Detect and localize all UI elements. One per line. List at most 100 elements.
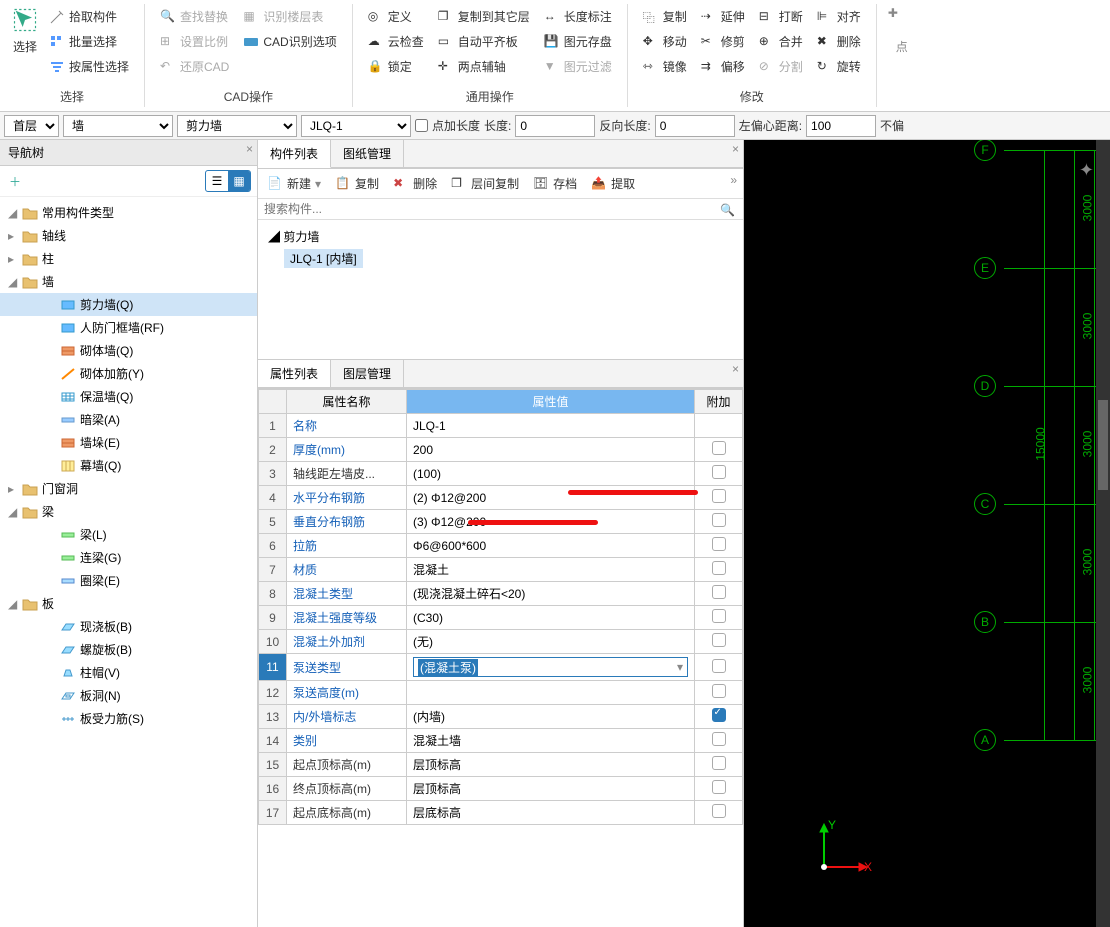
tree-item[interactable]: ◢梁 <box>0 500 257 523</box>
tree-item[interactable]: 板受力筋(S) <box>0 707 257 730</box>
copy-button[interactable]: ⿻复制 <box>640 6 690 27</box>
tree-item[interactable]: 柱帽(V) <box>0 661 257 684</box>
lock-button[interactable]: 🔒锁定 <box>365 56 427 77</box>
tab-layer-mgmt[interactable]: 图层管理 <box>331 360 404 387</box>
tab-property-list[interactable]: 属性列表 <box>258 360 331 387</box>
tree-item[interactable]: ◢常用构件类型 <box>0 201 257 224</box>
pick-component-button[interactable]: 拾取构件 <box>46 6 132 27</box>
type-select[interactable]: 剪力墙 <box>177 115 297 137</box>
mid-close-button[interactable]: × <box>732 142 739 156</box>
offset-input[interactable] <box>806 115 876 137</box>
save-elem-button[interactable]: 💾图元存盘 <box>541 31 615 52</box>
reverse-length-input[interactable] <box>655 115 735 137</box>
name-select[interactable]: JLQ-1 <box>301 115 411 137</box>
set-scale-button[interactable]: ⊞设置比例 <box>157 31 232 52</box>
trim-button[interactable]: ✂修剪 <box>698 31 748 52</box>
tree-item[interactable]: 砌体墙(Q) <box>0 339 257 362</box>
nav-tree[interactable]: ◢常用构件类型▸轴线▸柱◢墙剪力墙(Q)人防门框墙(RF)砌体墙(Q)砌体加筋(… <box>0 197 257 927</box>
tree-item[interactable]: 现浇板(B) <box>0 615 257 638</box>
copy-to-layer-button[interactable]: ❐复制到其它层 <box>435 6 533 27</box>
archive-button[interactable]: 🗄存档 <box>530 173 580 194</box>
new-button[interactable]: 📄新建▾ <box>264 173 324 194</box>
split-button[interactable]: ⊘分割 <box>756 56 806 77</box>
point-button[interactable]: ✚ 点 <box>885 4 919 57</box>
component-tree[interactable]: ◢ 剪力墙 JLQ-1 [内墙] <box>258 220 743 360</box>
batch-select-button[interactable]: 批量选择 <box>46 31 132 52</box>
property-row[interactable]: 11泵送类型(混凝土泵)▾ <box>259 654 743 681</box>
property-row[interactable]: 15起点顶标高(m)层顶标高 <box>259 753 743 777</box>
viewport[interactable]: FEDCBA3000300030003000300015000 ✦ X Y <box>744 140 1110 927</box>
tree-item[interactable]: ▸轴线 <box>0 224 257 247</box>
property-row[interactable]: 7材质混凝土 <box>259 558 743 582</box>
auto-level-button[interactable]: ▭自动平齐板 <box>435 31 533 52</box>
tree-item[interactable]: JLQ-1 [内墙] <box>264 247 737 270</box>
tree-item[interactable]: 连梁(G) <box>0 546 257 569</box>
floor-copy-button[interactable]: ❐层间复制 <box>448 173 522 194</box>
add-button[interactable]: ＋ <box>6 170 24 192</box>
extra-checkbox[interactable] <box>712 537 726 551</box>
find-replace-button[interactable]: 🔍查找替换 <box>157 6 232 27</box>
tree-item[interactable]: 剪力墙(Q) <box>0 293 257 316</box>
extra-checkbox[interactable] <box>712 756 726 770</box>
property-row[interactable]: 16终点顶标高(m)层顶标高 <box>259 777 743 801</box>
extra-checkbox[interactable] <box>712 708 726 722</box>
extra-checkbox[interactable] <box>712 513 726 527</box>
extra-checkbox[interactable] <box>712 609 726 623</box>
extra-checkbox[interactable] <box>712 732 726 746</box>
prop-close-button[interactable]: × <box>732 362 739 376</box>
v-scrollbar[interactable] <box>1096 140 1110 927</box>
tree-item[interactable]: 人防门框墙(RF) <box>0 316 257 339</box>
tab-component-list[interactable]: 构件列表 <box>258 140 331 168</box>
cad-options-button[interactable]: CAD识别选项 <box>240 31 339 52</box>
mirror-button[interactable]: ⇿镜像 <box>640 56 690 77</box>
extra-checkbox[interactable] <box>712 441 726 455</box>
property-row[interactable]: 14类别混凝土墙 <box>259 729 743 753</box>
select-by-attr-button[interactable]: 按属性选择 <box>46 56 132 77</box>
extra-checkbox[interactable] <box>712 780 726 794</box>
move-button[interactable]: ✥移动 <box>640 31 690 52</box>
delete-button[interactable]: ✖删除 <box>814 31 864 52</box>
tree-root[interactable]: ◢ 剪力墙 <box>264 226 737 247</box>
elem-filter-button[interactable]: ▼图元过滤 <box>541 56 615 77</box>
select-button[interactable]: 选择 <box>8 4 42 79</box>
property-row[interactable]: 17起点底标高(m)层底标高 <box>259 801 743 825</box>
extract-button[interactable]: 📤提取 <box>588 173 638 194</box>
search-icon[interactable]: 🔍 <box>720 203 735 217</box>
extend-button[interactable]: ⇢延伸 <box>698 6 748 27</box>
length-input[interactable] <box>515 115 595 137</box>
property-row[interactable]: 8混凝土类型(现浇混凝土碎石<20) <box>259 582 743 606</box>
define-button[interactable]: ◎定义 <box>365 6 427 27</box>
extra-checkbox[interactable] <box>712 465 726 479</box>
floor-select[interactable]: 首层 <box>4 115 59 137</box>
tree-item[interactable]: 墙垛(E) <box>0 431 257 454</box>
align-button[interactable]: ⊫对齐 <box>814 6 864 27</box>
extra-checkbox[interactable] <box>712 489 726 503</box>
length-dim-button[interactable]: ↔长度标注 <box>541 6 615 27</box>
category-select[interactable]: 墙 <box>63 115 173 137</box>
extra-checkbox[interactable] <box>712 561 726 575</box>
property-row[interactable]: 6拉筋Φ6@600*600 <box>259 534 743 558</box>
property-row[interactable]: 1名称JLQ-1 <box>259 414 743 438</box>
property-row[interactable]: 9混凝土强度等级(C30) <box>259 606 743 630</box>
extra-checkbox[interactable] <box>712 684 726 698</box>
tree-item[interactable]: 幕墙(Q) <box>0 454 257 477</box>
add-length-checkbox[interactable] <box>415 119 428 132</box>
property-grid[interactable]: 属性名称 属性值 附加 1名称JLQ-12厚度(mm)2003轴线距左墙皮...… <box>258 389 743 927</box>
rotate-button[interactable]: ↻旋转 <box>814 56 864 77</box>
property-row[interactable]: 12泵送高度(m) <box>259 681 743 705</box>
property-row[interactable]: 10混凝土外加剂(无) <box>259 630 743 654</box>
tab-drawing-mgmt[interactable]: 图纸管理 <box>331 140 404 167</box>
delete-comp-button[interactable]: ✖删除 <box>390 173 440 194</box>
more-button[interactable]: » <box>730 173 737 194</box>
nav-close-button[interactable]: × <box>246 142 253 156</box>
tree-item[interactable]: 圈梁(E) <box>0 569 257 592</box>
extra-checkbox[interactable] <box>712 804 726 818</box>
copy-comp-button[interactable]: 📋复制 <box>332 173 382 194</box>
tree-item[interactable]: ◢板 <box>0 592 257 615</box>
extra-checkbox[interactable] <box>712 659 726 673</box>
tree-item[interactable]: ◢墙 <box>0 270 257 293</box>
extra-checkbox[interactable] <box>712 633 726 647</box>
view-list-button[interactable]: ☰ <box>206 171 228 191</box>
tree-item[interactable]: 板洞(N) <box>0 684 257 707</box>
tree-item[interactable]: 梁(L) <box>0 523 257 546</box>
